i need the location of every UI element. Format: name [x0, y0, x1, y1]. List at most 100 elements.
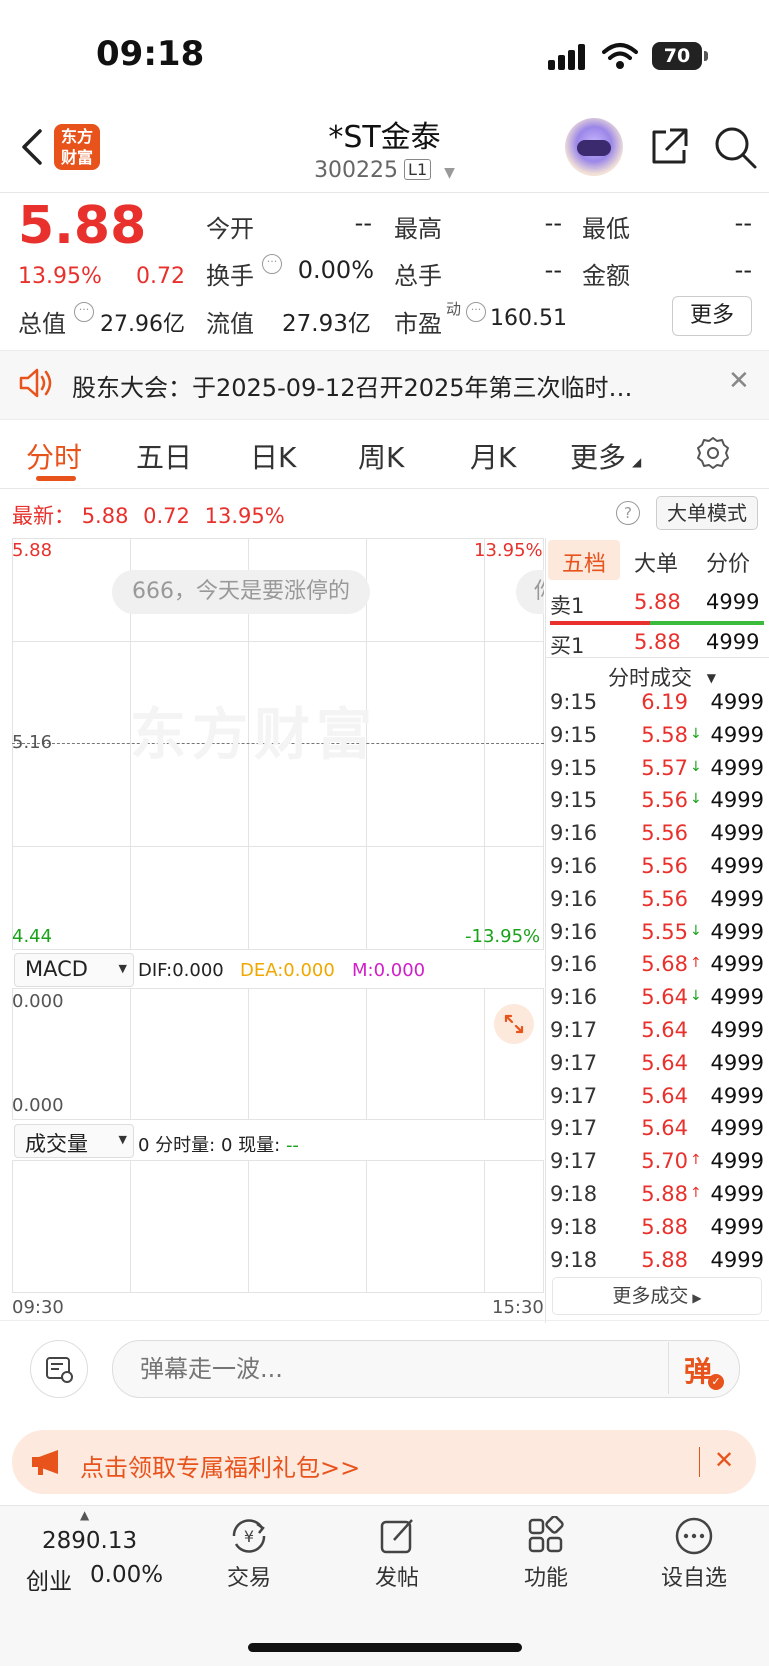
trade-row: 9:18 5.88 4999: [550, 1215, 764, 1247]
arrow-up-icon: ↑: [690, 1185, 702, 1201]
speaker-icon: [19, 368, 52, 398]
tab-monthly-k[interactable]: 月K: [470, 436, 516, 476]
trade-icon[interactable]: ¥: [226, 1516, 272, 1560]
trade-price: 5.64: [641, 1018, 688, 1042]
edit-icon[interactable]: [378, 1516, 418, 1560]
macd-chart[interactable]: [12, 988, 544, 1120]
more-circle-icon[interactable]: [674, 1516, 714, 1560]
arrow-up-icon: ↑: [690, 955, 702, 972]
buy1-label: 买1: [550, 634, 585, 658]
trade-time: 9:15: [550, 788, 598, 813]
amount-value: --: [734, 256, 752, 284]
tab-intraday[interactable]: 分时: [26, 436, 82, 476]
trade-price: 5.64: [641, 985, 688, 1010]
danmaku-settings-icon[interactable]: [30, 1340, 88, 1398]
high-value: --: [544, 209, 562, 237]
trade-row: 9:17 5.64 4999: [550, 1116, 764, 1148]
big-order-mode-button[interactable]: 大单模式: [656, 496, 758, 530]
tabbar-trade[interactable]: 交易: [189, 1560, 309, 1592]
side-tab-five-level[interactable]: 五档: [562, 546, 606, 578]
arrow-down-icon: ↓: [690, 988, 702, 1005]
macd-selector[interactable]: MACD ▼: [14, 953, 134, 987]
assistant-avatar[interactable]: [565, 118, 623, 176]
trade-price: 5.56: [641, 886, 688, 911]
time-start-label: 09:30: [12, 1297, 64, 1318]
close-icon[interactable]: ✕: [728, 366, 750, 396]
info-icon[interactable]: ···: [262, 254, 282, 274]
stock-code: 300225: [314, 158, 399, 183]
trade-price: 5.88: [641, 1247, 688, 1272]
index-pct[interactable]: 0.00%: [90, 1562, 163, 1588]
trade-time: 9:16: [550, 886, 598, 911]
trade-volume: 4999: [710, 985, 764, 1010]
info-icon[interactable]: ···: [74, 302, 94, 322]
low-value: --: [734, 209, 752, 237]
buy1-volume: 4999: [706, 630, 760, 654]
grid-icon[interactable]: [526, 1515, 566, 1560]
danmaku-input[interactable]: [138, 1350, 662, 1388]
trade-time: 9:16: [550, 952, 598, 977]
info-icon[interactable]: ···: [466, 302, 486, 322]
change-amount: 0.72: [136, 264, 185, 289]
status-time: 09:18: [96, 34, 205, 74]
tabbar-functions[interactable]: 功能: [486, 1560, 606, 1592]
trade-row: 9:16 5.55 ↓ 4999: [550, 920, 764, 952]
tabbar-post[interactable]: 发帖: [337, 1560, 457, 1592]
sell1-label: 卖1: [550, 594, 585, 618]
trade-row: 9:15 5.56 ↓ 4999: [550, 788, 764, 820]
side-tab-price-dist[interactable]: 分价: [706, 546, 750, 578]
volume-selector[interactable]: 成交量 ▼: [14, 1124, 134, 1158]
latest-change: 0.72: [143, 504, 190, 528]
trade-volume: 4999: [710, 1083, 764, 1108]
expand-icon[interactable]: [494, 1004, 534, 1044]
notice-text[interactable]: 股东大会：于2025-09-12召开2025年第三次临时…: [72, 368, 633, 403]
sell1-price: 5.88: [634, 590, 681, 614]
help-icon[interactable]: ?: [616, 501, 640, 525]
watermark: 东方财富: [130, 703, 378, 768]
chevron-down-icon: ◢: [632, 455, 642, 469]
trades-header[interactable]: 分时成交 ▼: [608, 662, 716, 692]
trade-price: 5.88: [641, 1182, 688, 1206]
trade-time: 9:16: [550, 919, 598, 944]
tab-daily-k[interactable]: 日K: [250, 436, 296, 476]
amount-label: 金额: [582, 262, 630, 290]
trade-time: 9:15: [550, 690, 598, 714]
chevron-right-icon: ▶: [692, 1291, 702, 1305]
tab-more[interactable]: 更多: [570, 436, 626, 476]
latest-pct: 13.95%: [204, 504, 285, 528]
more-trades-button[interactable]: 更多成交 ▶: [552, 1277, 762, 1315]
wifi-icon: [602, 43, 638, 69]
tab-five-day[interactable]: 五日: [136, 436, 192, 476]
trade-volume: 4999: [710, 690, 764, 714]
tabbar-add-watchlist[interactable]: 设自选: [634, 1560, 754, 1592]
latest-price: 5.88: [81, 504, 129, 528]
close-icon[interactable]: ✕: [714, 1446, 734, 1474]
arrow-down-icon: ↓: [690, 922, 702, 939]
trade-volume: 4999: [710, 1214, 764, 1239]
gear-icon[interactable]: [696, 436, 730, 470]
search-icon[interactable]: [712, 124, 758, 170]
volume-chart[interactable]: [12, 1160, 544, 1293]
volume-info-text: 0 分时量: 0 现量:: [138, 1135, 281, 1156]
buy-bar: [650, 621, 764, 625]
m-value: M:0.000: [352, 960, 426, 981]
index-value[interactable]: 2890.13: [42, 1528, 137, 1554]
low-label: 最低: [582, 215, 630, 243]
more-button[interactable]: 更多: [672, 296, 752, 336]
turnover-label: 换手: [206, 262, 254, 290]
trade-row: 9:16 5.56 4999: [550, 887, 764, 919]
trade-volume: 4999: [710, 755, 764, 780]
trade-volume: 4999: [710, 1116, 764, 1141]
promo-text[interactable]: 点击领取专属福利礼包>>: [80, 1448, 360, 1483]
battery-indicator: 70: [652, 42, 708, 70]
index-name[interactable]: 创业: [26, 1562, 72, 1596]
trade-row: 9:18 5.88 4999: [550, 1248, 764, 1280]
trade-row: 9:16 5.56 4999: [550, 821, 764, 853]
pe-value: 160.51: [490, 306, 567, 331]
macd-top-label: 0.000: [12, 991, 64, 1012]
tab-weekly-k[interactable]: 周K: [358, 436, 404, 476]
trade-price: 5.68: [641, 952, 688, 977]
share-icon[interactable]: [648, 126, 690, 168]
side-tab-big-order[interactable]: 大单: [634, 546, 678, 578]
trade-time: 9:16: [550, 854, 598, 878]
